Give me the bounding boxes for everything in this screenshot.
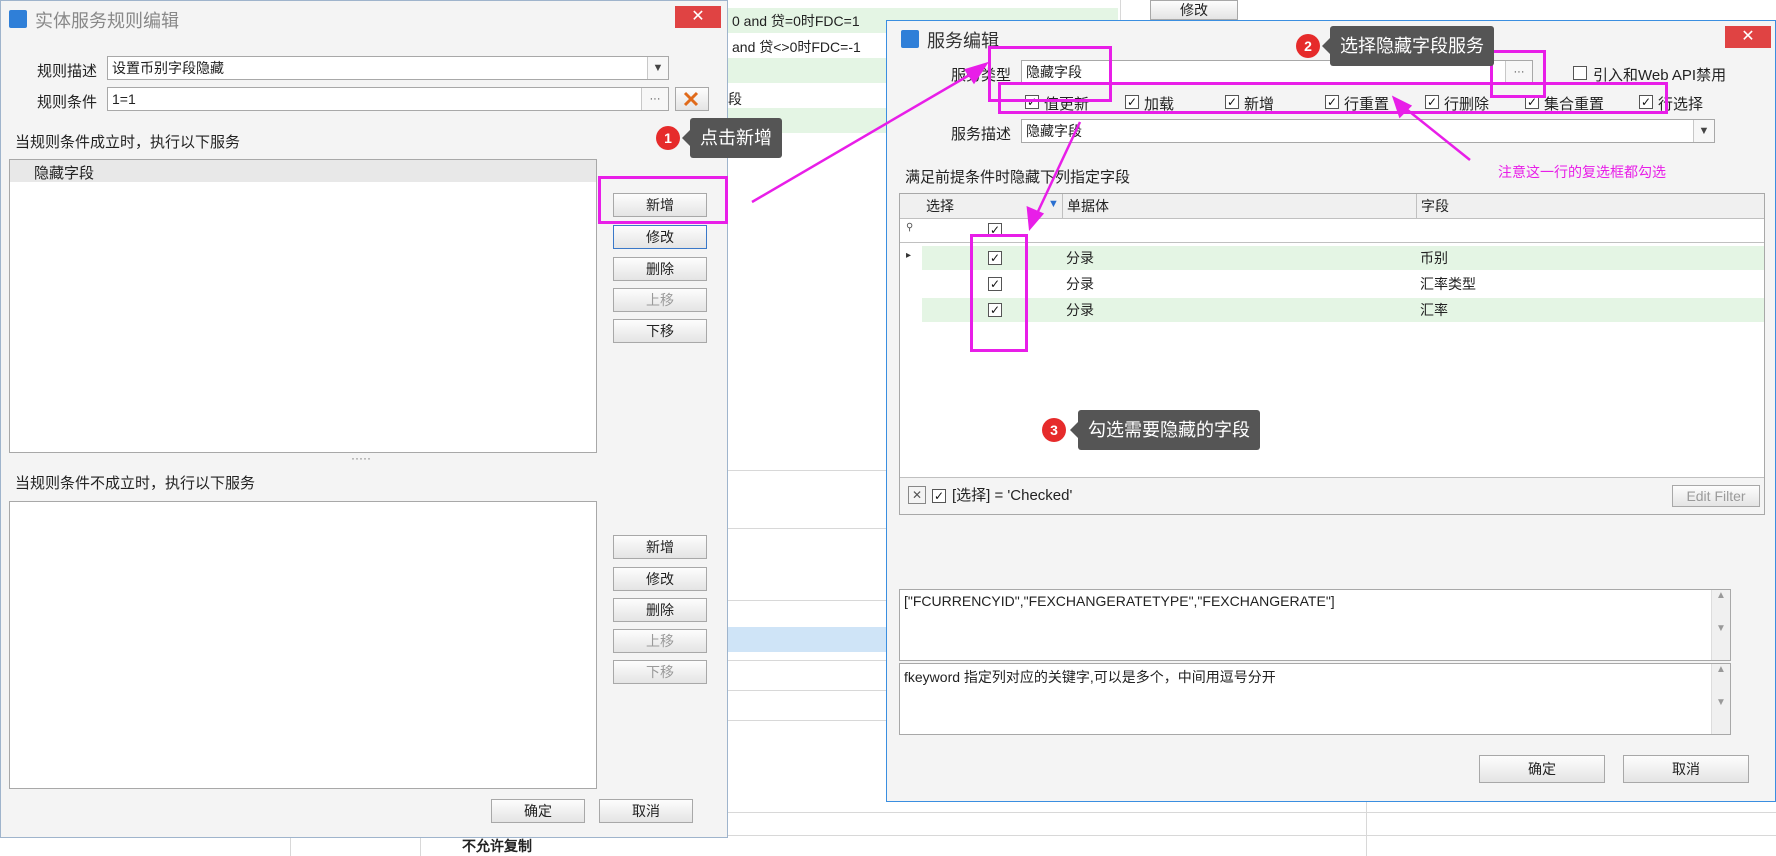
step-3-badge: 3 — [1042, 418, 1066, 442]
annotation-note: 注意这一行的复选框都勾选 — [1498, 164, 1666, 180]
step-1-callout: 点击新增 — [682, 118, 782, 158]
step-1-badge: 1 — [656, 126, 680, 150]
step-2-badge: 2 — [1296, 34, 1320, 58]
step-3-callout: 勾选需要隐藏的字段 — [1070, 410, 1260, 450]
annotation-arrows — [751, 61, 1471, 232]
step-2-callout: 选择隐藏字段服务 — [1322, 26, 1494, 66]
